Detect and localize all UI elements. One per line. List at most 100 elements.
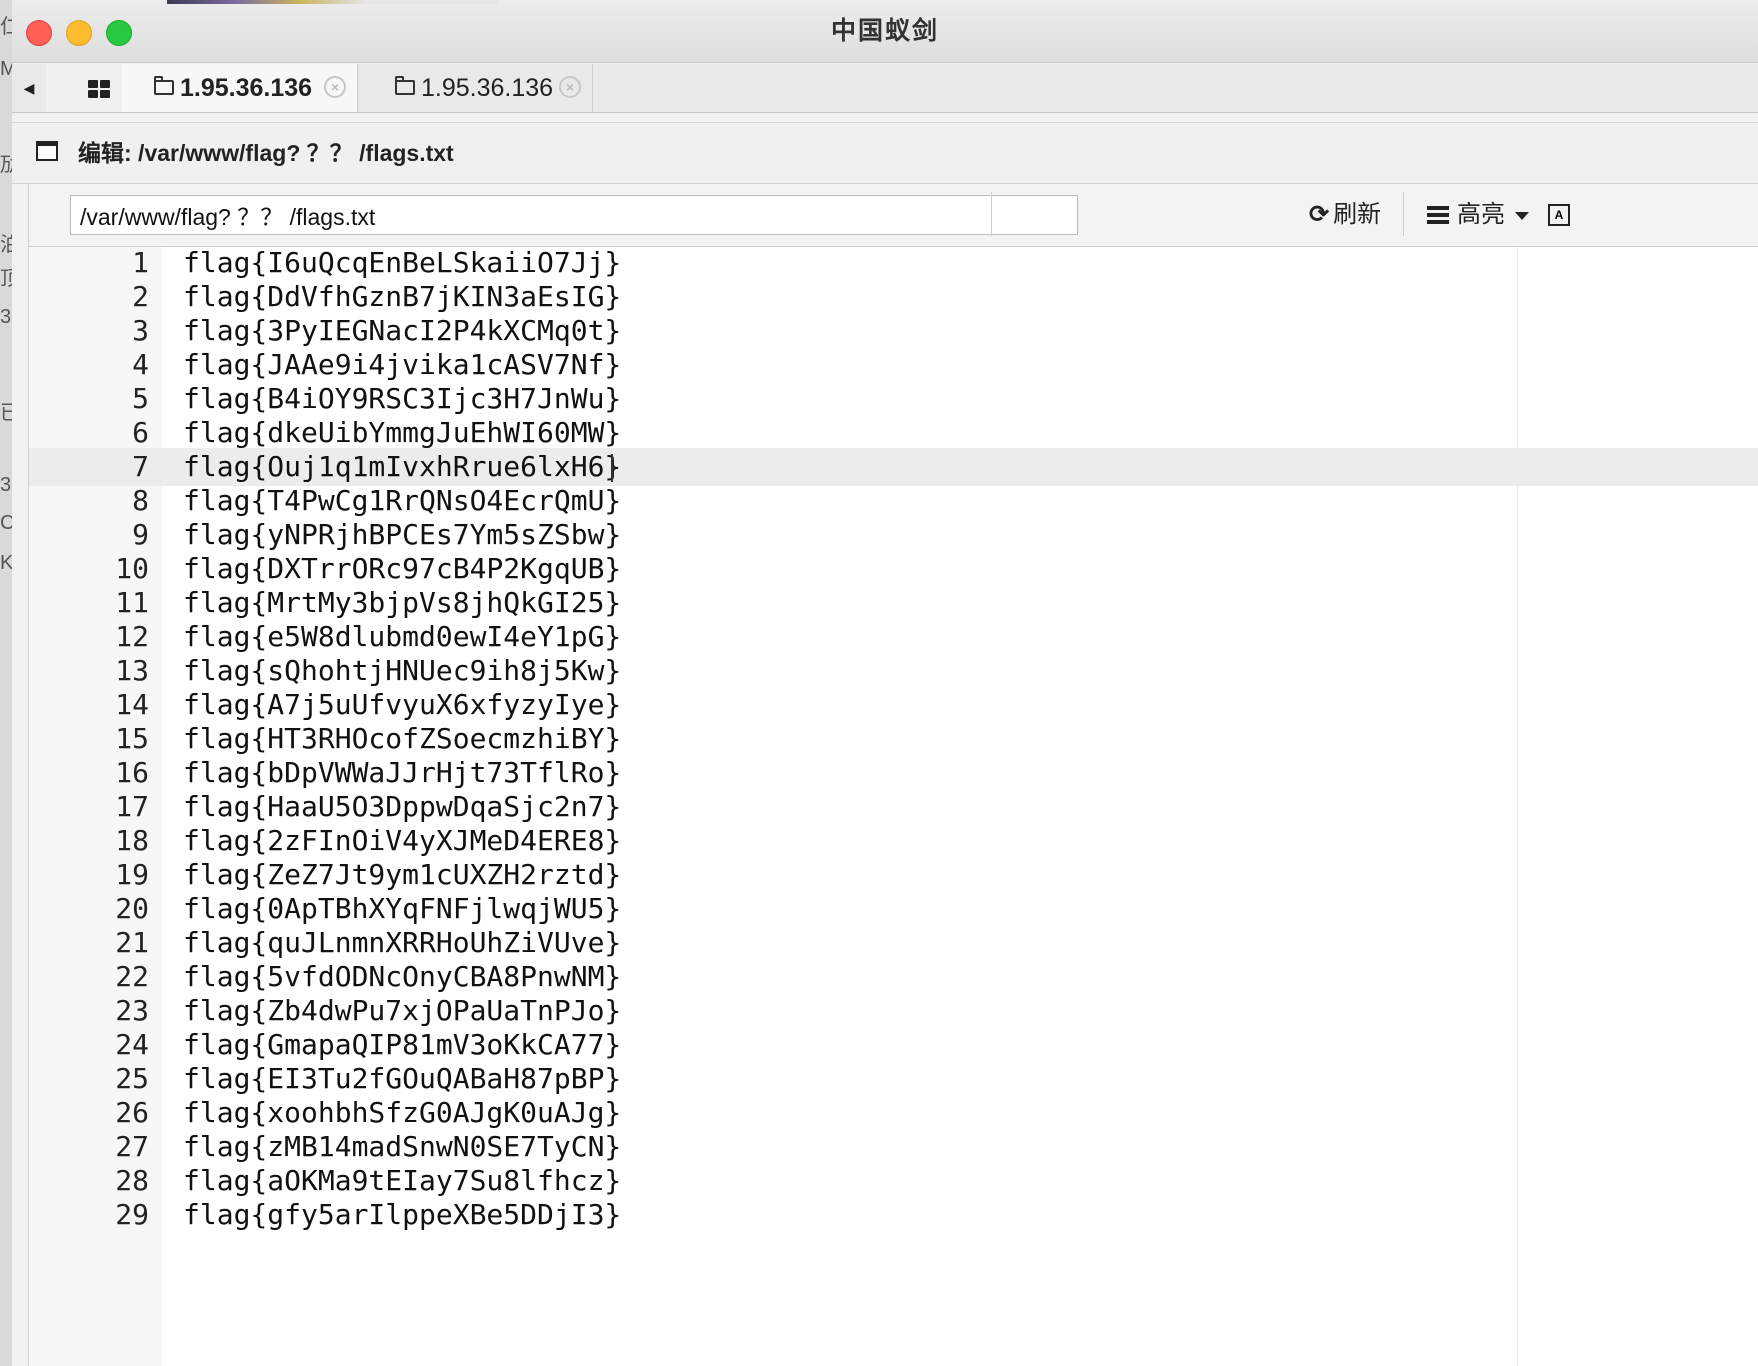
line-number: 16 [115,756,149,789]
line-text: flag{HT3RHOcofZSoecmzhiBY} [183,722,622,755]
code-line[interactable]: 26 flag{xoohbhSfzG0AJgK0uAJg} [29,1094,1758,1132]
line-text: flag{GmapaQIP81mV3oKkCA77} [183,1028,622,1061]
code-line[interactable]: 6 flag{dkeUibYmmgJuEhWI60MW} [29,414,1758,452]
line-text: flag{I6uQcqEnBeLSkaiiO7Jj} [183,247,622,279]
line-number: 12 [115,620,149,653]
code-line[interactable]: 27 flag{zMB14madSnwN0SE7TyCN} [29,1128,1758,1166]
line-number: 9 [132,518,149,551]
close-tab-icon[interactable]: × [559,76,581,98]
background-text-fragment: 3 [0,306,12,328]
line-text: flag{JAAe9i4jvika1cASV7Nf} [183,348,622,381]
window-icon [36,141,58,161]
code-line[interactable]: 13 flag{sQhohtjHNUec9ih8j5Kw} [29,652,1758,690]
code-line[interactable]: 24 flag{GmapaQIP81mV3oKkCA77} [29,1026,1758,1064]
window-title: 中国蚁剑 [830,17,939,45]
line-number: 19 [115,858,149,891]
code-line[interactable]: 9 flag{yNPRjhBPCEs7Ym5sZSbw} [29,516,1758,554]
tab-remote-host-1[interactable]: 1.95.36.136 × [122,64,358,112]
code-line[interactable]: 7 flag{Ouj1q1mIvxhRrue6lxH6} [29,448,1758,486]
line-text: flag{3PyIEGNacI2P4kXCMq0t} [183,314,622,347]
line-text: flag{xoohbhSfzG0AJgK0uAJg} [183,1096,622,1129]
line-text: flag{B4iOY9RSC3Ijc3H7JnWu} [183,382,622,415]
line-number: 14 [115,688,149,721]
code-line[interactable]: 14 flag{A7j5uUfvyuX6xfyzyIye} [29,686,1758,724]
code-line[interactable]: 19 flag{ZeZ7Jt9ym1cUXZH2rztd} [29,856,1758,894]
code-line[interactable]: 18 flag{2zFInOiV4yXJMeD4ERE8} [29,822,1758,860]
line-number: 25 [115,1062,149,1095]
line-number: 20 [115,892,149,925]
code-editor[interactable]: 1 flag{I6uQcqEnBeLSkaiiO7Jj} 2 flag{DdVfhGz… [28,247,1758,1366]
line-number: 2 [132,280,149,313]
refresh-label: 刷新 [1333,201,1382,228]
grid-icon [88,80,110,98]
line-number: 13 [115,654,149,687]
code-line[interactable]: 15 flag{HT3RHOcofZSoecmzhiBY} [29,720,1758,758]
line-number: 26 [115,1096,149,1129]
line-text: flag{0ApTBhXYqFNFjlwqjWU5} [183,892,622,925]
file-path-input[interactable] [70,195,1078,235]
folder-icon [154,76,174,95]
tab-scroll-left-button[interactable]: ◀ [12,64,47,112]
line-text: flag{zMB14madSnwN0SE7TyCN} [183,1130,622,1163]
folder-icon [395,76,415,95]
tab-label: 1.95.36.136 [421,74,554,102]
code-line[interactable]: 2 flag{DdVfhGznB7jKIN3aEsIG} [29,278,1758,316]
code-line[interactable]: 22 flag{5vfdODNcOnyCBA8PnwNM} [29,958,1758,996]
line-text: flag{HaaU5O3DppwDqaSjc2n7} [183,790,622,823]
code-line[interactable]: 4 flag{JAAe9i4jvika1cASV7Nf} [29,346,1758,384]
code-line[interactable]: 1 flag{I6uQcqEnBeLSkaiiO7Jj} [29,247,1758,282]
line-number: 3 [132,314,149,347]
translate-icon[interactable]: A [1548,204,1570,226]
code-line[interactable]: 5 flag{B4iOY9RSC3Ijc3H7JnWu} [29,380,1758,418]
line-number: 23 [115,994,149,1027]
code-line[interactable]: 28 flag{aOKMa9tEIay7Su8lfhcz} [29,1162,1758,1200]
line-number: 24 [115,1028,149,1061]
line-text: flag{bDpVWWaJJrHjt73TflRo} [183,756,622,789]
line-text: flag{2zFInOiV4yXJMeD4ERE8} [183,824,622,857]
highlight-label: 高亮 [1457,201,1505,228]
close-tab-icon[interactable]: × [324,76,346,98]
text-cursor [611,454,613,482]
line-text: flag{ZeZ7Jt9ym1cUXZH2rztd} [183,858,622,891]
code-line[interactable]: 12 flag{e5W8dlubmd0ewI4eY1pG} [29,618,1758,656]
line-number: 27 [115,1130,149,1163]
close-window-button[interactable] [26,20,52,46]
line-number: 17 [115,790,149,823]
line-text: flag{aOKMa9tEIay7Su8lfhcz} [183,1164,622,1197]
antsword-window: 中国蚁剑 ◀ 1.95.36.136 × 1.95.36.136 × 编辑: /… [12,0,1758,1366]
code-line[interactable]: 21 flag{quJLnmnXRRHoUhZiVUve} [29,924,1758,962]
minimize-window-button[interactable] [66,20,92,46]
line-number: 4 [132,348,149,381]
refresh-button[interactable]: ⟳ 刷新 [1309,184,1381,246]
chevron-down-icon[interactable] [1515,212,1529,220]
code-line[interactable]: 11 flag{MrtMy3bjpVs8jhQkGI25} [29,584,1758,622]
code-line[interactable]: 23 flag{Zb4dwPu7xjOPaUaTnPJo} [29,992,1758,1030]
code-line[interactable]: 8 flag{T4PwCg1RrQNsO4EcrQmU} [29,482,1758,520]
line-number: 29 [115,1198,149,1231]
line-number: 8 [132,484,149,517]
line-number: 11 [115,586,149,619]
code-line[interactable]: 17 flag{HaaU5O3DppwDqaSjc2n7} [29,788,1758,826]
line-number: 6 [132,416,149,449]
line-number: 5 [132,382,149,415]
line-number: 18 [115,824,149,857]
title-bar[interactable]: 中国蚁剑 [12,0,1758,63]
line-text: flag{A7j5uUfvyuX6xfyzyIye} [183,688,622,721]
maximize-window-button[interactable] [106,20,132,46]
code-line[interactable]: 3 flag{3PyIEGNacI2P4kXCMq0t} [29,312,1758,350]
caret-left-icon: ◀ [23,80,35,96]
code-line[interactable]: 10 flag{DXTrrORc97cB4P2KgqUB} [29,550,1758,588]
line-text: flag{gfy5arIlppeXBe5DDjI3} [183,1198,622,1231]
editor-panel-header: 编辑: /var/www/flag? ？？ /flags.txt [12,122,1758,184]
highlight-mode-button[interactable]: 高亮 [1427,184,1505,246]
refresh-icon: ⟳ [1309,201,1330,228]
line-text: flag{EI3Tu2fGOuQABaH87pBP} [183,1062,622,1095]
tab-remote-host-2[interactable]: 1.95.36.136 × [357,64,593,112]
line-text: flag{Zb4dwPu7xjOPaUaTnPJo} [183,994,622,1027]
code-line[interactable]: 25 flag{EI3Tu2fGOuQABaH87pBP} [29,1060,1758,1098]
code-line[interactable]: 29 flag{gfy5arIlppeXBe5DDjI3} [29,1196,1758,1234]
line-text: flag{e5W8dlubmd0ewI4eY1pG} [183,620,622,653]
code-line[interactable]: 16 flag{bDpVWWaJJrHjt73TflRo} [29,754,1758,792]
code-line[interactable]: 20 flag{0ApTBhXYqFNFjlwqjWU5} [29,890,1758,928]
line-text: flag{sQhohtjHNUec9ih8j5Kw} [183,654,622,687]
